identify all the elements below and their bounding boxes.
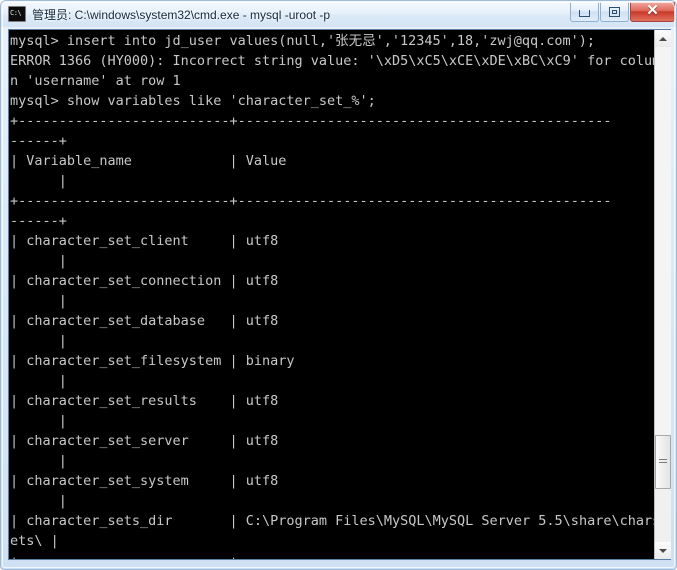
scroll-down-button[interactable]: [655, 542, 671, 559]
maximize-button[interactable]: [600, 2, 629, 22]
console-output-area[interactable]: mysql> insert into jd_user values(null,'…: [9, 30, 654, 559]
scroll-down-arrow-icon: [659, 548, 667, 553]
console-text: mysql> insert into jd_user values(null,'…: [10, 33, 654, 559]
scrollbar-track-upper[interactable]: [655, 47, 671, 488]
cmd-prompt-icon: C:\: [8, 6, 26, 22]
console-scrollbar[interactable]: [654, 30, 671, 559]
close-glyph: ✕: [646, 2, 659, 19]
console-client-area: mysql> insert into jd_user values(null,'…: [8, 29, 671, 560]
scroll-up-arrow-icon: [659, 36, 667, 41]
window-controls: ✕: [569, 2, 675, 23]
window-title: 管理员: C:\windows\system32\cmd.exe - mysql…: [32, 7, 331, 22]
close-button[interactable]: ✕: [630, 2, 675, 22]
console-window: C:\ 管理员: C:\windows\system32\cmd.exe - m…: [0, 0, 677, 570]
scrollbar-thumb[interactable]: [655, 435, 671, 490]
scrollbar-grip-icon: [659, 459, 667, 466]
title-bar[interactable]: C:\ 管理员: C:\windows\system32\cmd.exe - m…: [1, 1, 676, 27]
maximize-icon: [601, 2, 628, 21]
minimize-icon: [571, 2, 598, 21]
scroll-up-button[interactable]: [655, 30, 671, 47]
minimize-button[interactable]: [570, 2, 599, 22]
close-icon: ✕: [631, 2, 674, 21]
cmd-icon-glyph: C:\: [10, 9, 22, 17]
